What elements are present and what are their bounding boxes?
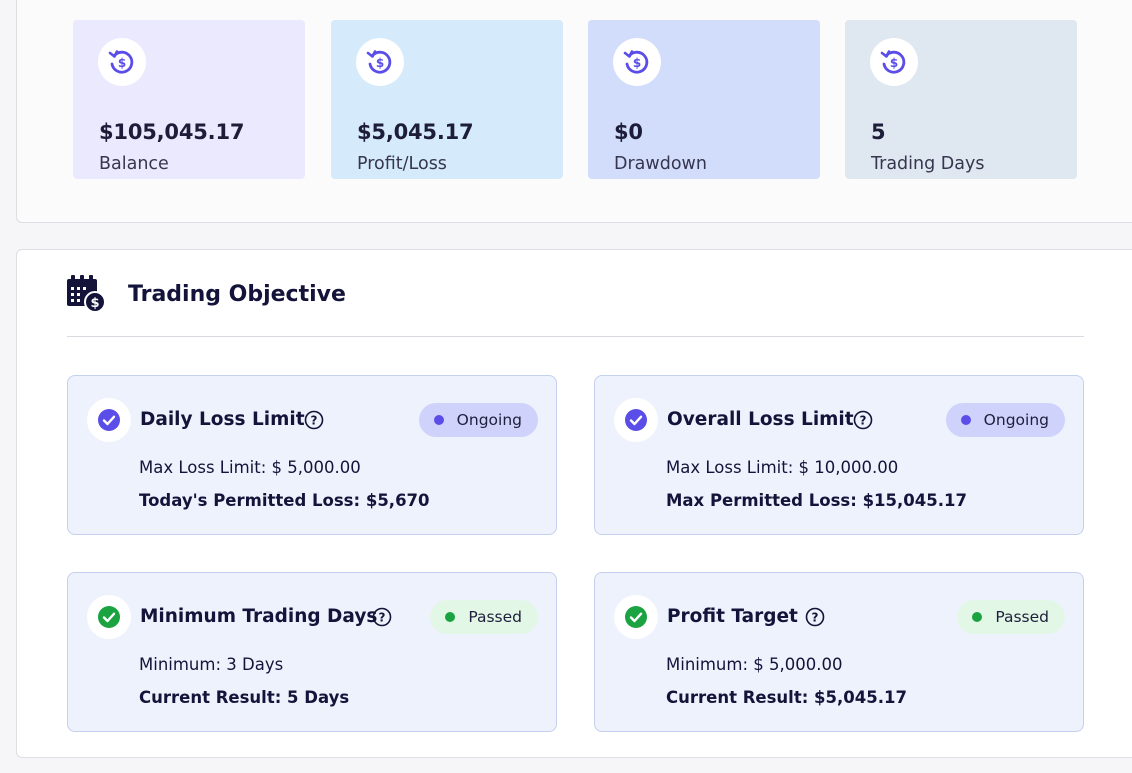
stat-card-balance: $ $105,045.17 Balance xyxy=(73,20,305,179)
card-line-1: Max Loss Limit: $ 10,000.00 xyxy=(666,458,899,477)
status-badge: Ongoing xyxy=(418,403,538,437)
status-badge: Passed xyxy=(957,600,1065,634)
dollar-refresh-icon: $ xyxy=(870,38,918,86)
drawdown-value: $0 xyxy=(614,120,643,144)
check-circle-icon xyxy=(614,595,658,639)
trading-days-value: 5 xyxy=(871,120,886,144)
check-circle-icon xyxy=(87,595,131,639)
card-title: Profit Target xyxy=(667,606,798,627)
card-line-2: Today's Permitted Loss: $5,670 xyxy=(139,491,430,510)
svg-text:$: $ xyxy=(890,56,898,70)
svg-text:$: $ xyxy=(633,56,641,70)
svg-text:$: $ xyxy=(118,56,126,70)
status-text: Passed xyxy=(995,608,1049,626)
balance-value: $105,045.17 xyxy=(99,120,245,144)
objective-card-daily-loss-limit: Daily Loss Limit ? Ongoing Max Loss Limi… xyxy=(67,375,557,535)
svg-text:?: ? xyxy=(311,414,318,428)
dollar-refresh-icon: $ xyxy=(613,38,661,86)
status-text: Ongoing xyxy=(983,411,1049,429)
objective-card-overall-loss-limit: Overall Loss Limit ? Ongoing Max Loss Li… xyxy=(594,375,1084,535)
card-title: Daily Loss Limit xyxy=(140,409,305,430)
stat-card-profit-loss: $ $5,045.17 Profit/Loss xyxy=(331,20,563,179)
dollar-refresh-icon: $ xyxy=(356,38,404,86)
svg-text:?: ? xyxy=(812,611,819,625)
status-dot xyxy=(972,612,983,622)
section-title: Trading Objective xyxy=(128,282,346,307)
card-line-1: Max Loss Limit: $ 5,000.00 xyxy=(139,458,361,477)
check-circle-icon xyxy=(87,398,131,442)
card-title: Overall Loss Limit xyxy=(667,409,854,430)
trading-days-label: Trading Days xyxy=(871,154,985,174)
status-badge: Passed xyxy=(430,600,538,634)
dollar-refresh-icon: $ xyxy=(98,38,146,86)
help-icon[interactable]: ? xyxy=(372,607,392,627)
objective-card-profit-target: Profit Target ? Passed Minimum: $ 5,000.… xyxy=(594,572,1084,732)
stat-card-drawdown: $ $0 Drawdown xyxy=(588,20,820,179)
status-text: Ongoing xyxy=(456,411,522,429)
check-circle-icon xyxy=(614,398,658,442)
status-dot xyxy=(433,415,444,425)
drawdown-label: Drawdown xyxy=(614,154,707,174)
status-text: Passed xyxy=(468,608,522,626)
svg-text:?: ? xyxy=(860,414,867,428)
card-line-1: Minimum: 3 Days xyxy=(139,655,284,674)
svg-text:$: $ xyxy=(376,56,384,70)
status-dot xyxy=(960,415,971,425)
card-line-1: Minimum: $ 5,000.00 xyxy=(666,655,843,674)
card-line-2: Current Result: $5,045.17 xyxy=(666,688,907,707)
stat-card-trading-days: $ 5 Trading Days xyxy=(845,20,1077,179)
svg-text:?: ? xyxy=(379,611,386,625)
status-dot xyxy=(445,612,456,622)
card-line-2: Max Permitted Loss: $15,045.17 xyxy=(666,491,967,510)
help-icon[interactable]: ? xyxy=(853,410,873,430)
profit-loss-value: $5,045.17 xyxy=(357,120,474,144)
profit-loss-label: Profit/Loss xyxy=(357,154,447,174)
balance-label: Balance xyxy=(99,154,169,174)
svg-text:$: $ xyxy=(90,296,99,311)
help-icon[interactable]: ? xyxy=(304,410,324,430)
card-line-2: Current Result: 5 Days xyxy=(139,688,350,707)
calendar-dollar-icon: $ xyxy=(66,275,106,317)
divider xyxy=(67,336,1084,337)
status-badge: Ongoing xyxy=(945,403,1065,437)
help-icon[interactable]: ? xyxy=(805,607,825,627)
objective-card-minimum-trading-days: Minimum Trading Days ? Passed Minimum: 3… xyxy=(67,572,557,732)
card-title: Minimum Trading Days xyxy=(140,606,378,627)
